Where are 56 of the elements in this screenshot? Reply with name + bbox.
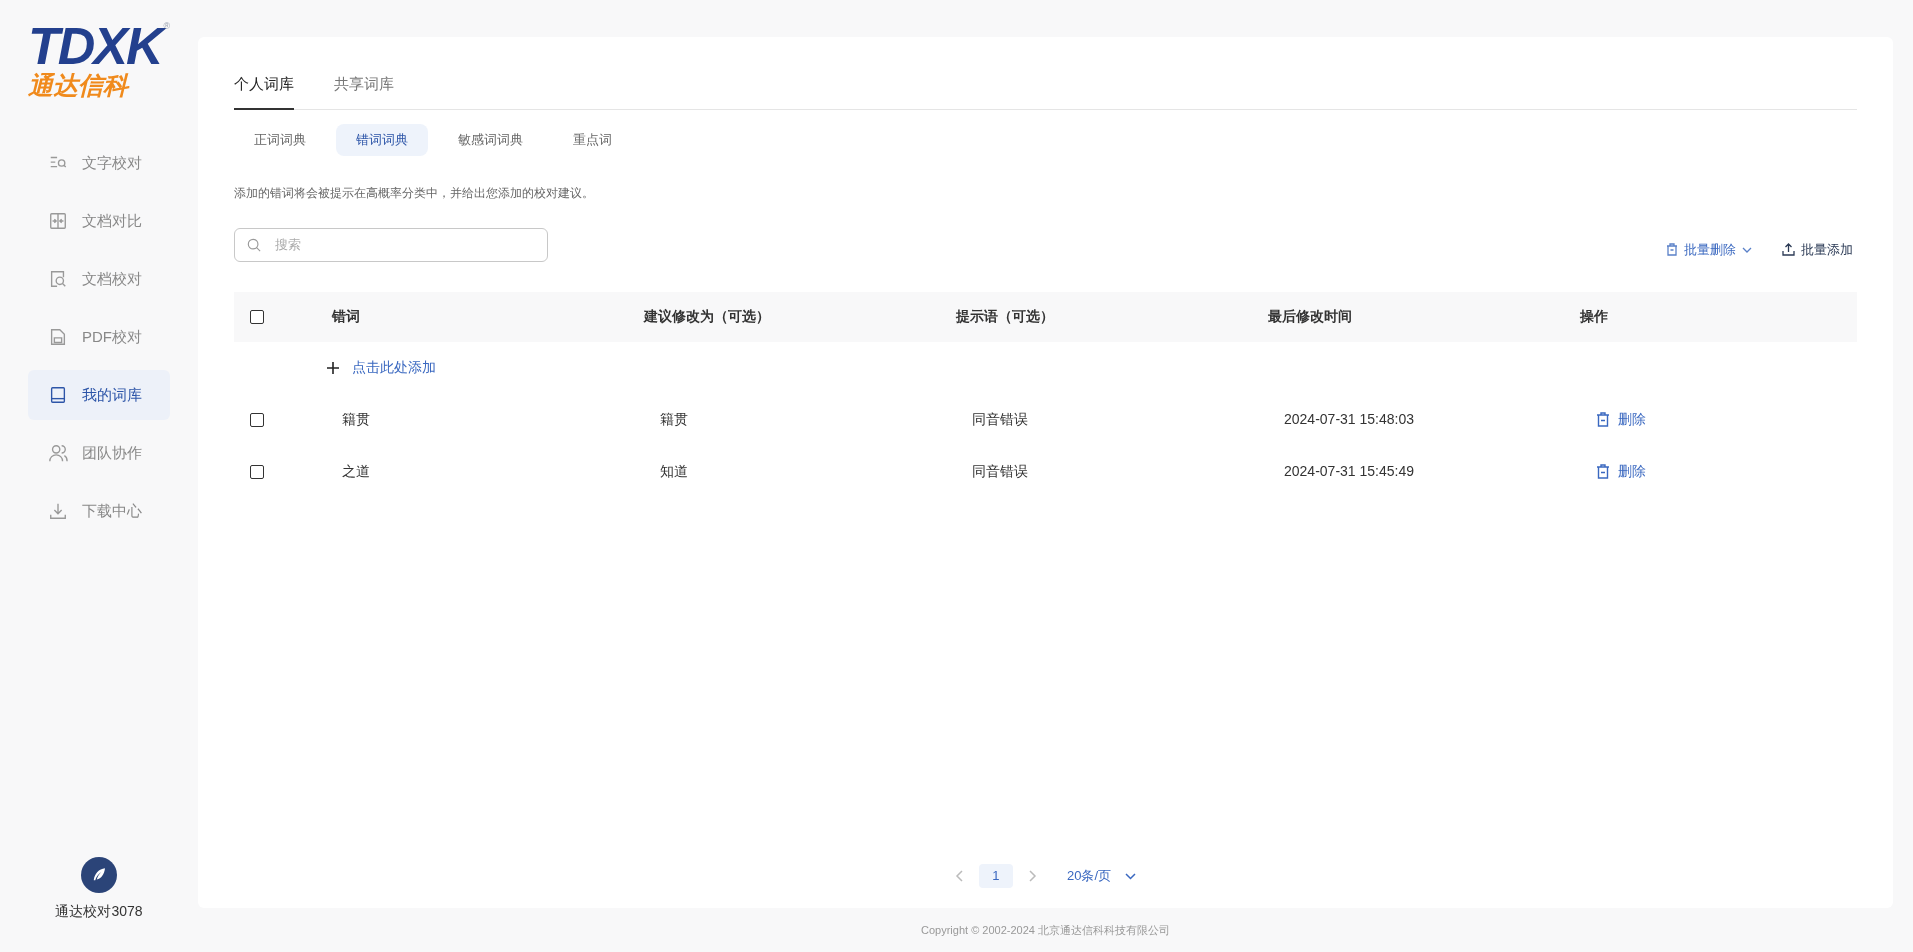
search-field[interactable]: 搜索 bbox=[234, 227, 548, 262]
pdf-file-icon bbox=[48, 327, 68, 347]
add-row-button[interactable]: 点击此处添加 bbox=[326, 357, 436, 378]
trash-icon bbox=[1596, 412, 1610, 427]
checkbox[interactable] bbox=[250, 412, 264, 427]
description-text: 添加的错词将会被提示在高概率分类中，并给出您添加的校对建议。 bbox=[234, 184, 595, 202]
document-search-icon bbox=[48, 269, 68, 289]
library-tab[interactable]: 共享词库 bbox=[334, 73, 394, 110]
sidebar-item[interactable]: 团队协作 bbox=[28, 428, 170, 478]
chevron-down-icon bbox=[1125, 872, 1137, 880]
dictionary-tab[interactable]: 错词词典 bbox=[336, 123, 428, 156]
dictionary-tab[interactable]: 重点词 bbox=[553, 123, 632, 156]
sidebar-item[interactable]: 下载中心 bbox=[28, 486, 170, 536]
table-cell-text: 籍贯 bbox=[341, 410, 370, 429]
table-cell-text: 之道 bbox=[341, 462, 370, 481]
chevron-down-icon bbox=[1742, 246, 1752, 253]
dictionary-tab[interactable]: 敏感词词典 bbox=[438, 123, 543, 156]
sidebar-item[interactable]: 文字校对 bbox=[28, 138, 170, 188]
checkbox[interactable] bbox=[250, 464, 264, 479]
column-header: 建议修改为（可选） bbox=[644, 307, 770, 326]
compare-arrows-icon bbox=[48, 211, 68, 231]
copyright-text: Copyright © 2002-2024 北京通达信科科技有限公司 bbox=[920, 923, 1171, 938]
sidebar-item[interactable]: PDF校对 bbox=[28, 312, 170, 362]
download-icon bbox=[48, 501, 68, 521]
table-cell-text: 籍贯 bbox=[659, 410, 688, 429]
table-cell-text: 2024-07-31 15:48:03 bbox=[1283, 410, 1414, 429]
delete-button[interactable]: 删除 bbox=[1580, 461, 1646, 482]
logo-name: 通达信科 bbox=[28, 72, 128, 98]
delete-button[interactable]: 删除 bbox=[1580, 409, 1646, 430]
column-header: 操作 bbox=[1580, 307, 1608, 326]
dictionary-tab[interactable]: 正词词典 bbox=[234, 123, 326, 156]
plus-icon bbox=[326, 360, 340, 375]
table-cell-text: 知道 bbox=[659, 462, 688, 481]
upload-icon bbox=[1782, 243, 1795, 257]
sidebar-item[interactable]: 文档校对 bbox=[28, 254, 170, 304]
page-button[interactable]: 1 bbox=[978, 864, 1013, 888]
table-cell-text: 2024-07-31 15:45:49 bbox=[1283, 462, 1414, 481]
table-cell-text: 同音错误 bbox=[971, 462, 1028, 481]
batch-delete-button[interactable]: 批量删除 bbox=[1666, 240, 1752, 260]
column-header: 最后修改时间 bbox=[1268, 307, 1352, 326]
table-cell-text: 同音错误 bbox=[971, 410, 1028, 429]
library-tab[interactable]: 个人词库 bbox=[234, 73, 294, 110]
batch-add-button[interactable]: 批量添加 bbox=[1782, 240, 1853, 260]
page-size-dropdown[interactable]: 20条/页 bbox=[1066, 866, 1137, 886]
column-header: 提示语（可选） bbox=[956, 307, 1054, 326]
trash-icon bbox=[1596, 464, 1610, 479]
sidebar-item[interactable]: 文档对比 bbox=[28, 196, 170, 246]
checkbox[interactable] bbox=[250, 309, 264, 324]
column-header: 错词 bbox=[332, 307, 360, 326]
users-icon bbox=[48, 443, 68, 463]
search-icon bbox=[247, 237, 261, 252]
feather-avatar-icon[interactable] bbox=[81, 857, 117, 893]
user-name: 通达校对3078 bbox=[55, 902, 143, 921]
book-icon bbox=[48, 385, 68, 405]
trash-icon bbox=[1666, 243, 1678, 257]
sidebar-item[interactable]: 我的词库 bbox=[28, 370, 170, 420]
